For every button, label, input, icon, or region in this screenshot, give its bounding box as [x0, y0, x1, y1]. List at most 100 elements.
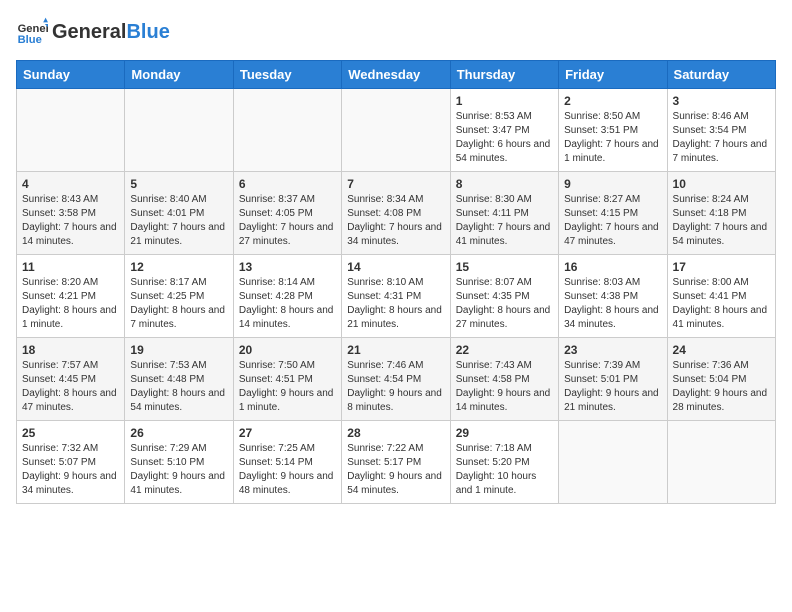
- day-info: Sunrise: 7:25 AMSunset: 5:14 PMDaylight:…: [239, 442, 336, 498]
- day-number: 13: [239, 260, 336, 274]
- calendar-cell: [17, 89, 125, 172]
- calendar-body: 1 Sunrise: 8:53 AMSunset: 3:47 PMDaylight…: [17, 89, 776, 504]
- day-number: 14: [347, 260, 444, 274]
- calendar-header: SundayMondayTuesdayWednesdayThursdayFrid…: [17, 61, 776, 89]
- calendar-cell: 1 Sunrise: 8:53 AMSunset: 3:47 PMDaylight…: [450, 89, 558, 172]
- calendar-week-3: 11 Sunrise: 8:20 AMSunset: 4:21 PMDayligh…: [17, 255, 776, 338]
- calendar-week-5: 25Sunrise: 7:32 AMSunset: 5:07 PMDayligh…: [17, 421, 776, 504]
- svg-text:Blue: Blue: [18, 34, 42, 46]
- day-number: 7: [347, 177, 444, 191]
- day-info: Sunrise: 7:50 AMSunset: 4:51 PMDaylight:…: [239, 359, 336, 415]
- day-info: Sunrise: 7:29 AMSunset: 5:10 PMDaylight:…: [130, 442, 227, 498]
- calendar-cell: 25Sunrise: 7:32 AMSunset: 5:07 PMDayligh…: [17, 421, 125, 504]
- day-number: 12: [130, 260, 227, 274]
- page-header: General Blue GeneralBlue: [16, 16, 776, 48]
- day-info: Sunrise: 8:37 AMSunset: 4:05 PMDaylight:…: [239, 193, 336, 249]
- calendar-cell: 3 Sunrise: 8:46 AMSunset: 3:54 PMDaylight…: [667, 89, 775, 172]
- day-number: 18: [22, 343, 119, 357]
- weekday-header-friday: Friday: [559, 61, 667, 89]
- calendar-cell: 2Sunrise: 8:50 AMSunset: 3:51 PMDaylight…: [559, 89, 667, 172]
- day-info: Sunrise: 8:17 AMSunset: 4:25 PMDaylight:…: [130, 276, 227, 332]
- calendar-cell: 8 Sunrise: 8:30 AMSunset: 4:11 PMDaylight…: [450, 172, 558, 255]
- day-number: 21: [347, 343, 444, 357]
- day-number: 24: [673, 343, 770, 357]
- calendar-cell: [342, 89, 450, 172]
- day-number: 1: [456, 94, 553, 108]
- svg-text:General: General: [18, 23, 48, 35]
- calendar-cell: 19 Sunrise: 7:53 AMSunset: 4:48 PMDayligh…: [125, 338, 233, 421]
- day-info: Sunrise: 8:46 AMSunset: 3:54 PMDaylight:…: [673, 110, 770, 166]
- day-number: 26: [130, 426, 227, 440]
- day-info: Sunrise: 7:32 AMSunset: 5:07 PMDaylight:…: [22, 442, 119, 498]
- calendar-week-1: 1 Sunrise: 8:53 AMSunset: 3:47 PMDaylight…: [17, 89, 776, 172]
- day-number: 16: [564, 260, 661, 274]
- day-number: 19: [130, 343, 227, 357]
- day-number: 28: [347, 426, 444, 440]
- day-info: Sunrise: 7:36 AMSunset: 5:04 PMDaylight:…: [673, 359, 770, 415]
- day-number: 23: [564, 343, 661, 357]
- day-info: Sunrise: 8:07 AMSunset: 4:35 PMDaylight:…: [456, 276, 553, 332]
- calendar-cell: [125, 89, 233, 172]
- weekday-header-row: SundayMondayTuesdayWednesdayThursdayFrid…: [17, 61, 776, 89]
- calendar-cell: 14 Sunrise: 8:10 AMSunset: 4:31 PMDayligh…: [342, 255, 450, 338]
- calendar-cell: 28Sunrise: 7:22 AMSunset: 5:17 PMDayligh…: [342, 421, 450, 504]
- day-number: 9: [564, 177, 661, 191]
- day-info: Sunrise: 8:20 AMSunset: 4:21 PMDaylight:…: [22, 276, 119, 332]
- day-number: 27: [239, 426, 336, 440]
- day-number: 17: [673, 260, 770, 274]
- day-number: 20: [239, 343, 336, 357]
- calendar-cell: 11 Sunrise: 8:20 AMSunset: 4:21 PMDayligh…: [17, 255, 125, 338]
- calendar-cell: [559, 421, 667, 504]
- calendar-cell: 12 Sunrise: 8:17 AMSunset: 4:25 PMDayligh…: [125, 255, 233, 338]
- weekday-header-saturday: Saturday: [667, 61, 775, 89]
- day-info: Sunrise: 8:10 AMSunset: 4:31 PMDaylight:…: [347, 276, 444, 332]
- logo: General Blue GeneralBlue: [16, 16, 170, 48]
- calendar-cell: 6 Sunrise: 8:37 AMSunset: 4:05 PMDaylight…: [233, 172, 341, 255]
- calendar-cell: 10 Sunrise: 8:24 AMSunset: 4:18 PMDayligh…: [667, 172, 775, 255]
- weekday-header-sunday: Sunday: [17, 61, 125, 89]
- calendar-cell: [667, 421, 775, 504]
- calendar-cell: 24 Sunrise: 7:36 AMSunset: 5:04 PMDayligh…: [667, 338, 775, 421]
- day-info: Sunrise: 8:03 AMSunset: 4:38 PMDaylight:…: [564, 276, 661, 332]
- day-info: Sunrise: 8:34 AMSunset: 4:08 PMDaylight:…: [347, 193, 444, 249]
- day-number: 29: [456, 426, 553, 440]
- weekday-header-tuesday: Tuesday: [233, 61, 341, 89]
- day-info: Sunrise: 7:43 AMSunset: 4:58 PMDaylight:…: [456, 359, 553, 415]
- day-info: Sunrise: 7:53 AMSunset: 4:48 PMDaylight:…: [130, 359, 227, 415]
- day-info: Sunrise: 8:53 AMSunset: 3:47 PMDaylight:…: [456, 110, 553, 166]
- day-number: 10: [673, 177, 770, 191]
- day-number: 3: [673, 94, 770, 108]
- day-number: 8: [456, 177, 553, 191]
- day-info: Sunrise: 7:57 AMSunset: 4:45 PMDaylight:…: [22, 359, 119, 415]
- calendar-cell: [233, 89, 341, 172]
- calendar-cell: 18 Sunrise: 7:57 AMSunset: 4:45 PMDayligh…: [17, 338, 125, 421]
- calendar-week-4: 18 Sunrise: 7:57 AMSunset: 4:45 PMDayligh…: [17, 338, 776, 421]
- logo-blue: Blue: [126, 21, 169, 43]
- day-info: Sunrise: 7:39 AMSunset: 5:01 PMDaylight:…: [564, 359, 661, 415]
- day-number: 11: [22, 260, 119, 274]
- day-number: 4: [22, 177, 119, 191]
- logo-icon: General Blue: [16, 16, 48, 48]
- day-info: Sunrise: 8:14 AMSunset: 4:28 PMDaylight:…: [239, 276, 336, 332]
- day-info: Sunrise: 8:40 AMSunset: 4:01 PMDaylight:…: [130, 193, 227, 249]
- day-info: Sunrise: 8:24 AMSunset: 4:18 PMDaylight:…: [673, 193, 770, 249]
- calendar-cell: 15Sunrise: 8:07 AMSunset: 4:35 PMDayligh…: [450, 255, 558, 338]
- day-number: 2: [564, 94, 661, 108]
- calendar-cell: 20 Sunrise: 7:50 AMSunset: 4:51 PMDayligh…: [233, 338, 341, 421]
- calendar-week-2: 4Sunrise: 8:43 AMSunset: 3:58 PMDaylight…: [17, 172, 776, 255]
- calendar-cell: 17Sunrise: 8:00 AMSunset: 4:41 PMDayligh…: [667, 255, 775, 338]
- calendar-cell: 4Sunrise: 8:43 AMSunset: 3:58 PMDaylight…: [17, 172, 125, 255]
- day-info: Sunrise: 7:46 AMSunset: 4:54 PMDaylight:…: [347, 359, 444, 415]
- day-info: Sunrise: 7:18 AMSunset: 5:20 PMDaylight:…: [456, 442, 553, 498]
- weekday-header-thursday: Thursday: [450, 61, 558, 89]
- day-number: 6: [239, 177, 336, 191]
- day-info: Sunrise: 8:27 AMSunset: 4:15 PMDaylight:…: [564, 193, 661, 249]
- calendar-cell: 21 Sunrise: 7:46 AMSunset: 4:54 PMDayligh…: [342, 338, 450, 421]
- day-info: Sunrise: 8:30 AMSunset: 4:11 PMDaylight:…: [456, 193, 553, 249]
- calendar-cell: 22 Sunrise: 7:43 AMSunset: 4:58 PMDayligh…: [450, 338, 558, 421]
- day-number: 22: [456, 343, 553, 357]
- calendar: SundayMondayTuesdayWednesdayThursdayFrid…: [16, 60, 776, 504]
- day-number: 5: [130, 177, 227, 191]
- weekday-header-monday: Monday: [125, 61, 233, 89]
- logo-general: General: [52, 21, 126, 43]
